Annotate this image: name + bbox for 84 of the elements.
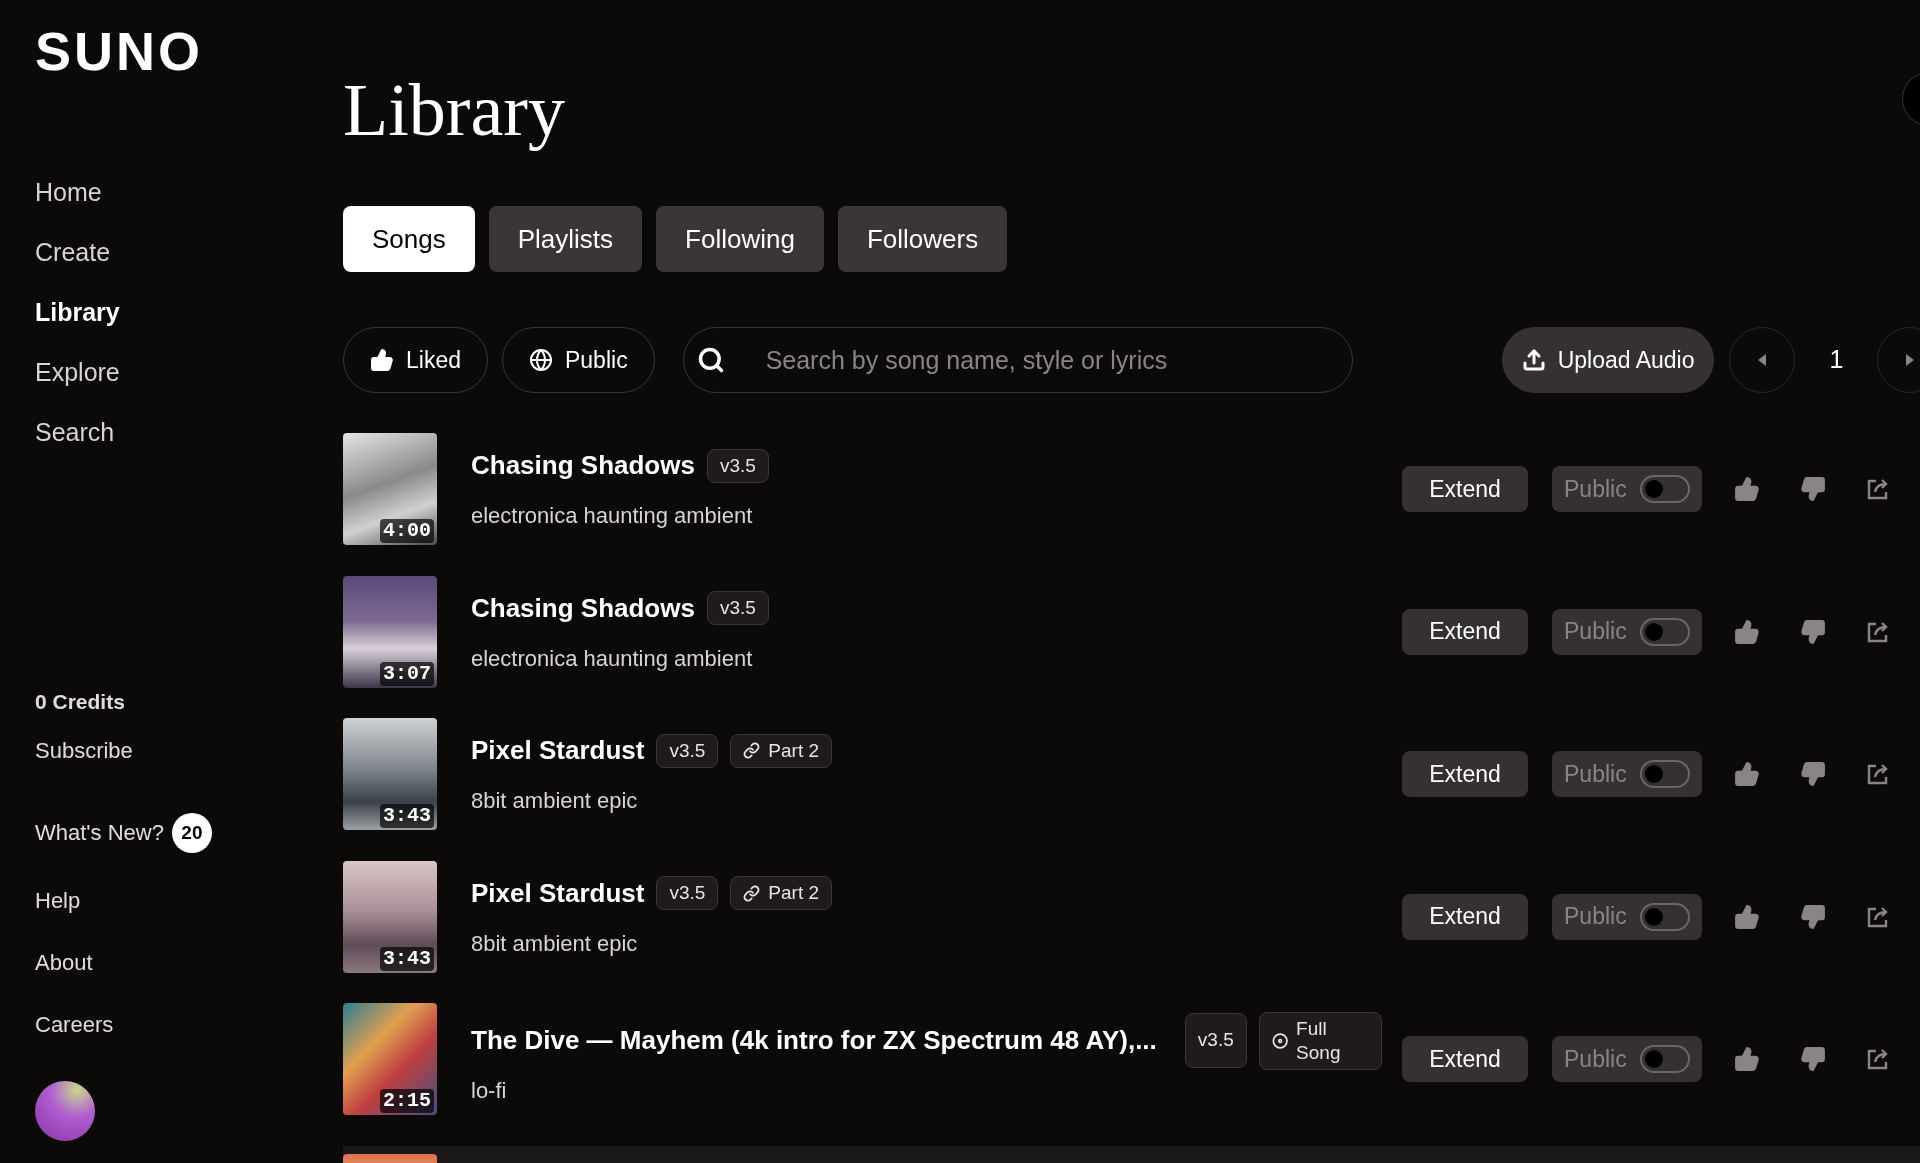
thumbs-down-icon[interactable] bbox=[1800, 761, 1826, 787]
tab[interactable]: Songs bbox=[343, 206, 475, 272]
share-icon[interactable] bbox=[1866, 904, 1890, 929]
cover-art[interactable]: 4:00 bbox=[343, 433, 437, 545]
song-title[interactable]: Chasing Shadows bbox=[471, 446, 695, 485]
sidebar-link[interactable]: About bbox=[35, 949, 93, 977]
public-toggle[interactable]: Public bbox=[1552, 751, 1702, 797]
thumbs-up-icon bbox=[370, 348, 394, 372]
version-badge: v3.5 bbox=[706, 448, 769, 483]
globe-icon bbox=[529, 348, 553, 372]
thumbs-down-icon[interactable] bbox=[1800, 1046, 1826, 1072]
song-tag[interactable]: Part 2 bbox=[730, 876, 833, 910]
upload-icon bbox=[1521, 348, 1546, 372]
sidebar-link[interactable]: Subscribe bbox=[35, 737, 133, 765]
suno-logo[interactable]: SUNO bbox=[35, 24, 343, 78]
extend-button[interactable]: Extend bbox=[1402, 1036, 1528, 1082]
song-duration: 3:07 bbox=[380, 661, 434, 686]
disc-icon bbox=[1271, 1031, 1289, 1050]
search-icon bbox=[696, 346, 725, 374]
thumbs-up-icon[interactable] bbox=[1734, 1046, 1760, 1072]
credits-count: 0 Credits bbox=[35, 688, 126, 715]
thumbs-down-icon[interactable] bbox=[1800, 618, 1826, 645]
tab[interactable]: Followers bbox=[837, 206, 1008, 272]
share-icon[interactable] bbox=[1866, 1047, 1890, 1071]
thumbs-up-icon[interactable] bbox=[1734, 618, 1760, 645]
public-toggle[interactable]: Public bbox=[1552, 608, 1702, 655]
thumbs-down-icon[interactable] bbox=[1800, 476, 1826, 502]
page-title: Library bbox=[343, 68, 565, 153]
song-duration: 3:43 bbox=[380, 804, 434, 828]
version-badge: v3.5 bbox=[706, 591, 769, 625]
share-icon[interactable] bbox=[1866, 619, 1890, 644]
extend-button[interactable]: Extend bbox=[1402, 466, 1528, 512]
link-icon bbox=[743, 742, 761, 759]
sidebar-link[interactable]: Help bbox=[35, 887, 81, 915]
caret-right-icon bbox=[1905, 353, 1916, 367]
song-tag[interactable]: Full Song bbox=[1258, 1011, 1382, 1070]
nav-link[interactable]: Explore bbox=[35, 354, 343, 391]
song-style: lo-fi bbox=[471, 1076, 508, 1105]
song-title[interactable]: Pixel Stardust bbox=[471, 731, 645, 770]
page-number: 1 bbox=[1829, 344, 1844, 376]
song-title[interactable]: Pixel Stardust bbox=[471, 873, 645, 913]
song-style: electronica haunting ambient bbox=[471, 644, 754, 673]
thumbs-down-icon[interactable] bbox=[1800, 903, 1826, 930]
upload-audio-button[interactable]: Upload Audio bbox=[1501, 327, 1715, 393]
thumbs-up-icon[interactable] bbox=[1734, 761, 1760, 787]
song-tag[interactable]: Part 2 bbox=[730, 733, 833, 768]
song-duration: 3:43 bbox=[380, 946, 434, 971]
tab[interactable]: Following bbox=[656, 206, 824, 272]
caret-left-icon bbox=[1757, 353, 1768, 367]
song-title[interactable]: The Dive — Mayhem (4k intro for ZX Spectrum 48 AY),... bbox=[471, 1021, 1157, 1060]
sidebar-link[interactable]: What's New? bbox=[35, 819, 164, 847]
song-style: 8bit ambient epic bbox=[471, 787, 639, 815]
song-style: electronica haunting ambient bbox=[471, 502, 754, 530]
nav-link[interactable]: Library bbox=[35, 294, 343, 331]
nav-link[interactable]: Home bbox=[35, 174, 343, 211]
nav-link[interactable]: Search bbox=[35, 414, 343, 451]
count-badge: 20 bbox=[171, 813, 212, 853]
version-badge: v3.5 bbox=[1184, 1013, 1247, 1068]
tab[interactable]: Playlists bbox=[488, 206, 643, 272]
version-badge: v3.5 bbox=[656, 876, 719, 910]
share-icon[interactable] bbox=[1866, 762, 1890, 786]
search-field[interactable]: Search by song name, style or lyrics bbox=[682, 327, 1353, 393]
share-icon[interactable] bbox=[1866, 477, 1890, 501]
extend-button[interactable]: Extend bbox=[1402, 893, 1528, 940]
extend-button[interactable]: Extend bbox=[1402, 608, 1528, 655]
thumbs-up-icon[interactable] bbox=[1734, 903, 1760, 930]
public-toggle[interactable]: Public bbox=[1552, 893, 1702, 940]
nav-link[interactable]: Create bbox=[35, 234, 343, 271]
cover-art[interactable]: 3:07 bbox=[343, 575, 437, 688]
sidebar-link[interactable]: Careers bbox=[35, 1011, 114, 1039]
cover-art[interactable]: 2:15 bbox=[343, 1003, 437, 1115]
public-toggle[interactable]: Public bbox=[1552, 466, 1702, 512]
song-duration: 2:15 bbox=[380, 1089, 434, 1113]
cover-art[interactable]: 3:43 bbox=[343, 860, 437, 973]
avatar[interactable] bbox=[35, 1081, 95, 1141]
public-toggle[interactable]: Public bbox=[1552, 1036, 1702, 1082]
thumbs-up-icon[interactable] bbox=[1734, 476, 1760, 502]
version-badge: v3.5 bbox=[656, 733, 719, 768]
song-duration: 4:00 bbox=[380, 519, 434, 543]
extend-button[interactable]: Extend bbox=[1402, 751, 1528, 797]
song-title[interactable]: Chasing Shadows bbox=[471, 588, 695, 628]
song-style: 8bit ambient epic bbox=[471, 929, 639, 958]
link-icon bbox=[743, 884, 761, 902]
cover-art[interactable]: 3:43 bbox=[343, 718, 437, 830]
